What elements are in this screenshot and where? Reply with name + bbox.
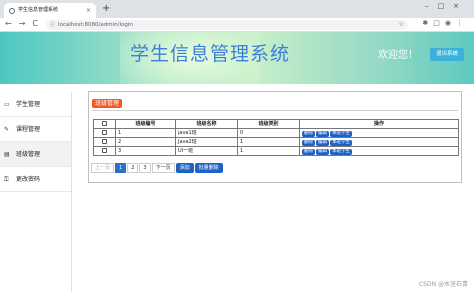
column-header: 班级类别 <box>237 119 300 129</box>
column-header: 班级名称 <box>175 119 238 129</box>
cell-class-type: 1 <box>237 137 300 147</box>
batch-delete-button[interactable]: 批量删除 <box>194 163 223 173</box>
column-header: 操作 <box>299 119 459 129</box>
select-all-checkbox[interactable] <box>102 121 107 126</box>
sidebar-item-label: 课程管理 <box>16 126 41 133</box>
monitor-icon: ▭ <box>4 101 10 108</box>
watermark: CSDN @水坚石青 <box>418 281 468 288</box>
cell-class-name: java1班 <box>175 128 238 138</box>
globe-icon <box>9 8 15 14</box>
next-page-button[interactable]: 下一页 <box>151 163 175 173</box>
cell-class-type: 0 <box>237 128 300 138</box>
page-button-2[interactable]: 2 <box>127 163 139 173</box>
sidebar-item-courses[interactable]: ✎ 课程管理 <box>0 117 71 142</box>
table-row: 1 java1班 0 删除 编辑 本班学生 <box>93 128 459 138</box>
bookmark-star-icon[interactable]: ☆ <box>399 20 404 30</box>
logout-button[interactable]: 退出系统 <box>430 48 464 61</box>
sidebar-item-password[interactable]: ⚿ 更改密码 <box>0 167 71 192</box>
cell-class-name: UI一班 <box>175 146 238 156</box>
cell-class-id: 1 <box>115 128 176 138</box>
sidebar-item-label: 更改密码 <box>16 176 41 183</box>
document-icon: ▤ <box>4 151 10 158</box>
row-checkbox[interactable] <box>102 130 107 135</box>
table-row: 3 UI一班 1 删除 编辑 本班学生 <box>93 146 459 156</box>
row-select-cell <box>93 128 116 138</box>
url-text: localhost:8080/admin/login <box>58 22 133 28</box>
sidebar-item-label: 班级管理 <box>16 151 41 158</box>
address-bar[interactable]: ⓘ localhost:8080/admin/login ☆ <box>46 20 408 30</box>
delete-button[interactable]: 删除 <box>302 149 315 155</box>
close-tab-icon[interactable]: × <box>86 3 91 18</box>
sidebar-item-students[interactable]: ▭ 学生管理 <box>0 92 71 117</box>
extension-icons[interactable]: ✱□◉⋮ <box>422 19 468 27</box>
class-students-button[interactable]: 本班学生 <box>330 149 352 155</box>
sidebar: ▭ 学生管理 ✎ 课程管理 ▤ 班级管理 ⚿ 更改密码 <box>0 92 72 292</box>
browser-tab-strip: 学生信息管理系统 × + –□× <box>0 0 474 18</box>
add-button[interactable]: 添加 <box>175 163 194 173</box>
header-banner: 学生信息管理系统 欢迎您！ 退出系统 <box>0 32 474 84</box>
delete-button[interactable]: 删除 <box>302 131 315 137</box>
table-row: 2 Java2班 1 删除 编辑 本班学生 <box>93 137 459 147</box>
edit-icon: ✎ <box>4 126 10 133</box>
edit-button[interactable]: 编辑 <box>316 131 329 137</box>
page-title: 学生信息管理系统 <box>130 43 291 65</box>
key-icon: ⚿ <box>4 176 9 183</box>
cell-actions: 删除 编辑 本班学生 <box>299 128 459 138</box>
welcome-text: 欢迎您！ <box>378 50 418 61</box>
edit-button[interactable]: 编辑 <box>316 149 329 155</box>
panel-divider <box>92 110 458 111</box>
pagination: 上一页 1 2 3 下一页 添加 批量删除 <box>91 163 224 173</box>
page-button-3[interactable]: 3 <box>139 163 151 173</box>
row-select-cell <box>93 146 116 156</box>
select-all-cell <box>93 119 116 129</box>
new-tab-icon[interactable]: + <box>102 3 110 15</box>
class-table: 班级编号 班级名称 班级类别 操作 1 java1班 0 删除 编辑 本班学生 2 … <box>93 119 459 156</box>
sidebar-item-label: 学生管理 <box>16 101 41 108</box>
cell-class-id: 2 <box>115 137 176 147</box>
class-management-panel: 班级管理 班级编号 班级名称 班级类别 操作 1 java1班 0 删除 编辑 本班… <box>88 91 462 183</box>
row-checkbox[interactable] <box>102 139 107 144</box>
cell-actions: 删除 编辑 本班学生 <box>299 146 459 156</box>
column-header: 班级编号 <box>115 119 176 129</box>
cell-class-id: 3 <box>115 146 176 156</box>
sidebar-item-classes[interactable]: ▤ 班级管理 <box>0 142 71 167</box>
browser-toolbar: ←→C ⓘ localhost:8080/admin/login ☆ ✱□◉⋮ <box>0 18 474 32</box>
tab-title: 学生信息管理系统 <box>18 7 59 13</box>
page-button-1[interactable]: 1 <box>115 163 127 173</box>
nav-buttons[interactable]: ←→C <box>5 19 45 28</box>
panel-title: 班级管理 <box>92 99 123 108</box>
cell-class-name: Java2班 <box>175 137 238 147</box>
prev-page-button[interactable]: 上一页 <box>91 163 115 173</box>
window-controls[interactable]: –□× <box>425 2 468 10</box>
browser-tab[interactable]: 学生信息管理系统 × <box>4 3 96 18</box>
row-select-cell <box>93 137 116 147</box>
cell-actions: 删除 编辑 本班学生 <box>299 137 459 147</box>
class-students-button[interactable]: 本班学生 <box>330 140 352 146</box>
row-checkbox[interactable] <box>102 148 107 153</box>
edit-button[interactable]: 编辑 <box>316 140 329 146</box>
class-students-button[interactable]: 本班学生 <box>330 131 352 137</box>
info-icon[interactable]: ⓘ <box>50 20 55 30</box>
cell-class-type: 1 <box>237 146 300 156</box>
table-header-row: 班级编号 班级名称 班级类别 操作 <box>93 119 459 129</box>
delete-button[interactable]: 删除 <box>302 140 315 146</box>
